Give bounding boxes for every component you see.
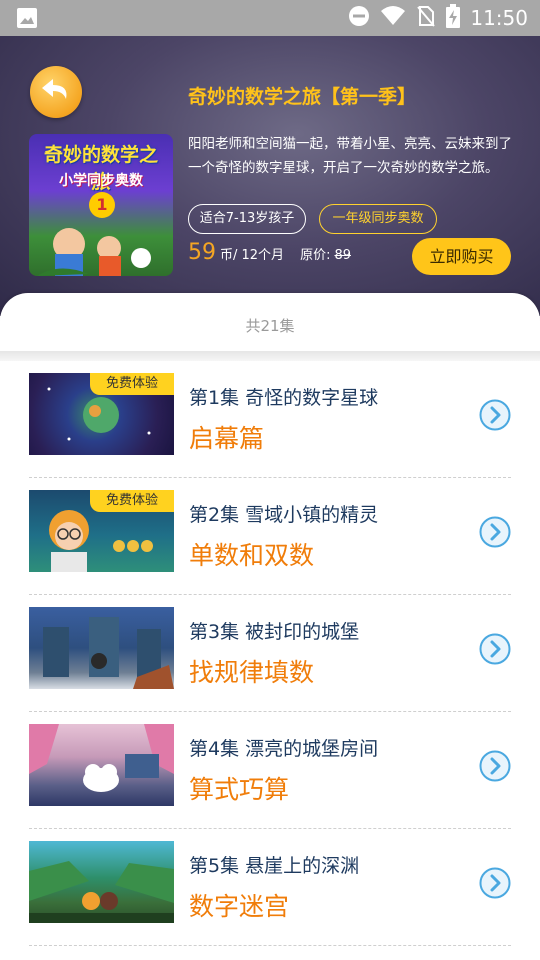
status-time: 11:50: [470, 6, 528, 30]
episode-item[interactable]: 免费体验 第1集 奇怪的数字星球 启幕篇: [0, 361, 540, 478]
episode-list: 免费体验 第1集 奇怪的数字星球 启幕篇 免费体验 第2集 雪域小镇的精灵 单数…: [0, 361, 540, 946]
episode-subtitle: 数字迷宫: [189, 892, 290, 921]
gallery-notification-icon: [16, 7, 38, 33]
back-arrow-icon: [39, 75, 73, 109]
wifi-icon: [380, 5, 406, 31]
no-sim-icon: [416, 5, 436, 31]
chevron-right-icon[interactable]: [479, 750, 511, 782]
chevron-right-icon[interactable]: [479, 516, 511, 548]
episode-item[interactable]: 第4集 漂亮的城堡房间 算式巧算: [0, 712, 540, 829]
episode-subtitle: 找规律填数: [189, 658, 315, 687]
episode-title: 第5集 悬崖上的深渊: [189, 855, 360, 877]
course-title: 奇妙的数学之旅【第一季】: [188, 86, 417, 108]
price-unit: 币/ 12个月: [220, 248, 285, 263]
do-not-disturb-icon: [348, 5, 370, 31]
episode-item[interactable]: 免费体验 第2集 雪域小镇的精灵 单数和双数: [0, 478, 540, 595]
chevron-right-icon[interactable]: [479, 399, 511, 431]
price-row: 59 币/ 12个月 原价: 89: [188, 240, 351, 272]
episode-thumbnail: [29, 607, 174, 689]
episode-thumbnail: [29, 724, 174, 806]
grade-tag: 一年级同步奥数: [319, 204, 437, 234]
price-value: 59: [188, 240, 216, 265]
original-price-value: 89: [334, 248, 351, 263]
battery-charging-icon: [446, 4, 461, 32]
episode-thumbnail: 免费体验: [29, 490, 174, 572]
episode-title: 第4集 漂亮的城堡房间: [189, 738, 379, 760]
episode-thumbnail: [29, 841, 174, 923]
episode-title: 第2集 雪域小镇的精灵: [189, 504, 379, 526]
free-trial-badge: 免费体验: [90, 490, 174, 512]
back-button[interactable]: [30, 66, 82, 118]
cover-subtitle: 小学同步奥数: [59, 173, 143, 189]
episode-separator: [29, 945, 511, 946]
course-header: 奇妙的数学之旅【第一季】 奇妙的数学之旅 小学同步奥数 1 阳阳老师和空间猫一起…: [0, 36, 540, 316]
episode-subtitle: 算式巧算: [189, 775, 290, 804]
free-trial-badge: 免费体验: [90, 373, 174, 395]
buy-now-button[interactable]: 立即购买: [412, 238, 511, 275]
chevron-right-icon[interactable]: [479, 633, 511, 665]
status-bar: 11:50: [0, 0, 540, 36]
episode-item[interactable]: 第3集 被封印的城堡 找规律填数: [0, 595, 540, 712]
course-description: 阳阳老师和空间猫一起，带着小星、亮亮、云妹来到了一个奇怪的数字星球，开启了一次奇…: [188, 136, 512, 176]
episode-item[interactable]: 第5集 悬崖上的深渊 数字迷宫: [0, 829, 540, 946]
course-cover-image: 奇妙的数学之旅 小学同步奥数 1: [29, 134, 173, 276]
episode-thumbnail: 免费体验: [29, 373, 174, 455]
episode-count: 共21集: [0, 293, 540, 351]
episode-title: 第3集 被封印的城堡: [189, 621, 360, 643]
episode-title: 第1集 奇怪的数字星球: [189, 387, 379, 409]
section-divider: [0, 351, 540, 361]
original-price-label: 原价:: [300, 248, 331, 263]
episode-subtitle: 启幕篇: [189, 424, 265, 453]
age-tag: 适合7-13岁孩子: [188, 204, 306, 234]
episode-subtitle: 单数和双数: [189, 541, 315, 570]
chevron-right-icon[interactable]: [479, 867, 511, 899]
